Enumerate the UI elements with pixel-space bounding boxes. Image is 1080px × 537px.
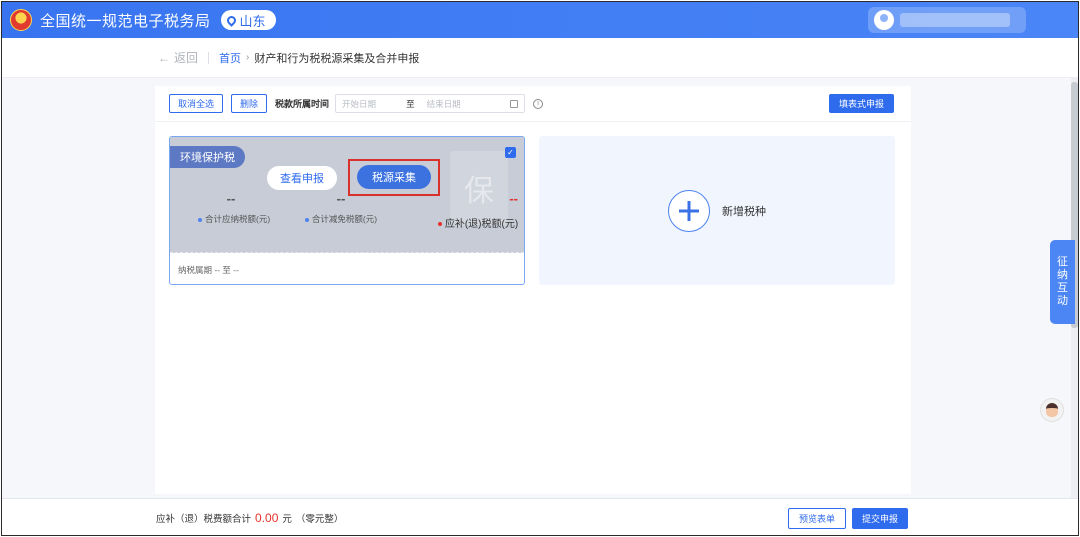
metric-reduction: -- 合计减免税额(元) bbox=[304, 191, 378, 225]
side-tab-char: 动 bbox=[1057, 295, 1068, 307]
divider bbox=[208, 51, 210, 64]
start-date-input[interactable]: 开始日期 bbox=[342, 98, 376, 110]
region-selector[interactable]: 山东 bbox=[220, 10, 276, 30]
location-pin-icon bbox=[224, 13, 238, 27]
card-checkbox[interactable]: ✓ bbox=[505, 147, 516, 158]
user-avatar-icon bbox=[874, 10, 894, 30]
add-tax-type-card[interactable]: 新增税种 bbox=[539, 136, 895, 285]
cancel-select-all-button[interactable]: 取消全选 bbox=[169, 94, 224, 113]
app-title: 全国统一规范电子税务局 bbox=[40, 12, 211, 30]
plus-icon bbox=[668, 189, 710, 232]
source-collection-button[interactable]: 税源采集 bbox=[357, 165, 431, 189]
total-label: 应补（退）税费额合计 bbox=[156, 514, 252, 525]
main-panel: 取消全选 删除 税款所属时间 开始日期 至 结束日期 i 填表式申报 环境保护税… bbox=[155, 86, 911, 494]
breadcrumb-separator: › bbox=[246, 52, 250, 63]
user-menu[interactable] bbox=[868, 7, 1026, 33]
total-amount-words: （零元整） bbox=[295, 514, 344, 525]
tax-card-body: 环境保护税 保 ✓ 查看申报 税源采集 -- 合计应纳税额(元) -- 合计减免… bbox=[170, 137, 524, 253]
assistant-face-icon bbox=[1046, 403, 1058, 417]
metric-value: -- bbox=[226, 191, 236, 206]
period-label: 税款所属时间 bbox=[275, 99, 330, 109]
tax-emblem-icon bbox=[10, 9, 32, 31]
metric-label: 合计应纳税额(元) bbox=[205, 214, 271, 224]
back-button[interactable]: ← 返回 bbox=[158, 49, 198, 66]
metric-value: -- bbox=[336, 191, 346, 206]
tax-name-tag: 环境保护税 bbox=[170, 146, 245, 168]
bullet-dot-icon bbox=[437, 222, 442, 227]
breadcrumb-home-link[interactable]: 首页 bbox=[219, 50, 241, 66]
breadcrumb-current: 财产和行为税税源采集及合并申报 bbox=[254, 52, 420, 65]
user-name-redacted bbox=[900, 13, 1010, 27]
tax-type-card[interactable]: 环境保护税 保 ✓ 查看申报 税源采集 -- 合计应纳税额(元) -- 合计减免… bbox=[169, 136, 525, 285]
side-tab-char: 互 bbox=[1057, 282, 1068, 294]
delete-button[interactable]: 删除 bbox=[231, 94, 268, 113]
assistant-avatar-button[interactable] bbox=[1040, 398, 1064, 422]
app-window: 全国统一规范电子税务局 山东 ← 返回 首页 › 财产和行为税税源采集及合并申报… bbox=[1, 1, 1079, 536]
metric-label-row: 合计减免税额(元) bbox=[304, 213, 378, 225]
side-tab-char: 征 bbox=[1057, 256, 1068, 268]
metric-label-row: 应补(退)税额(元) bbox=[432, 215, 524, 230]
dashed-divider bbox=[170, 252, 524, 253]
total-unit: 元 bbox=[282, 514, 292, 525]
total-amount: 0.00 bbox=[255, 511, 279, 525]
region-label: 山东 bbox=[239, 13, 266, 29]
bullet-dot-icon bbox=[304, 217, 309, 222]
metric-label: 应补(退)税额(元) bbox=[444, 219, 519, 230]
metric-label-row: 合计应纳税额(元) bbox=[198, 213, 270, 225]
filter-toolbar: 取消全选 删除 税款所属时间 开始日期 至 结束日期 i 填表式申报 bbox=[155, 86, 911, 122]
info-icon[interactable]: i bbox=[533, 98, 544, 109]
metric-value: -- bbox=[509, 191, 518, 206]
submit-declaration-button[interactable]: 提交申报 bbox=[852, 508, 909, 529]
preview-form-button[interactable]: 预览表单 bbox=[788, 508, 847, 529]
date-range-separator: 至 bbox=[406, 98, 415, 109]
view-declaration-button[interactable]: 查看申报 bbox=[267, 166, 337, 190]
add-tax-type-label: 新增税种 bbox=[722, 205, 766, 218]
end-date-input[interactable]: 结束日期 bbox=[427, 98, 461, 110]
tax-period-text: 纳税属期 -- 至 -- bbox=[178, 265, 239, 275]
metric-refundable: -- 应补(退)税额(元) bbox=[432, 191, 524, 230]
bullet-dot-icon bbox=[198, 217, 202, 222]
form-declare-button[interactable]: 填表式申报 bbox=[828, 94, 894, 113]
back-label: 返回 bbox=[174, 51, 199, 65]
date-range-picker[interactable]: 开始日期 至 结束日期 bbox=[335, 94, 526, 113]
top-header: 全国统一规范电子税务局 山东 bbox=[2, 2, 1078, 38]
interaction-side-tab[interactable]: 征 纳 互 动 bbox=[1050, 240, 1075, 324]
metric-payable: -- 合计应纳税额(元) bbox=[198, 191, 270, 225]
metric-label: 合计减免税额(元) bbox=[311, 214, 378, 224]
breadcrumb-bar: ← 返回 首页 › 财产和行为税税源采集及合并申报 bbox=[2, 38, 1078, 78]
side-tab-char: 纳 bbox=[1057, 269, 1068, 281]
total-summary: 应补（退）税费额合计 0.00 元 （零元整） bbox=[156, 511, 343, 525]
calendar-icon bbox=[510, 99, 519, 108]
back-arrow-icon: ← bbox=[158, 50, 170, 65]
footer-bar: 应补（退）税费额合计 0.00 元 （零元整） 预览表单 提交申报 bbox=[2, 498, 1078, 535]
